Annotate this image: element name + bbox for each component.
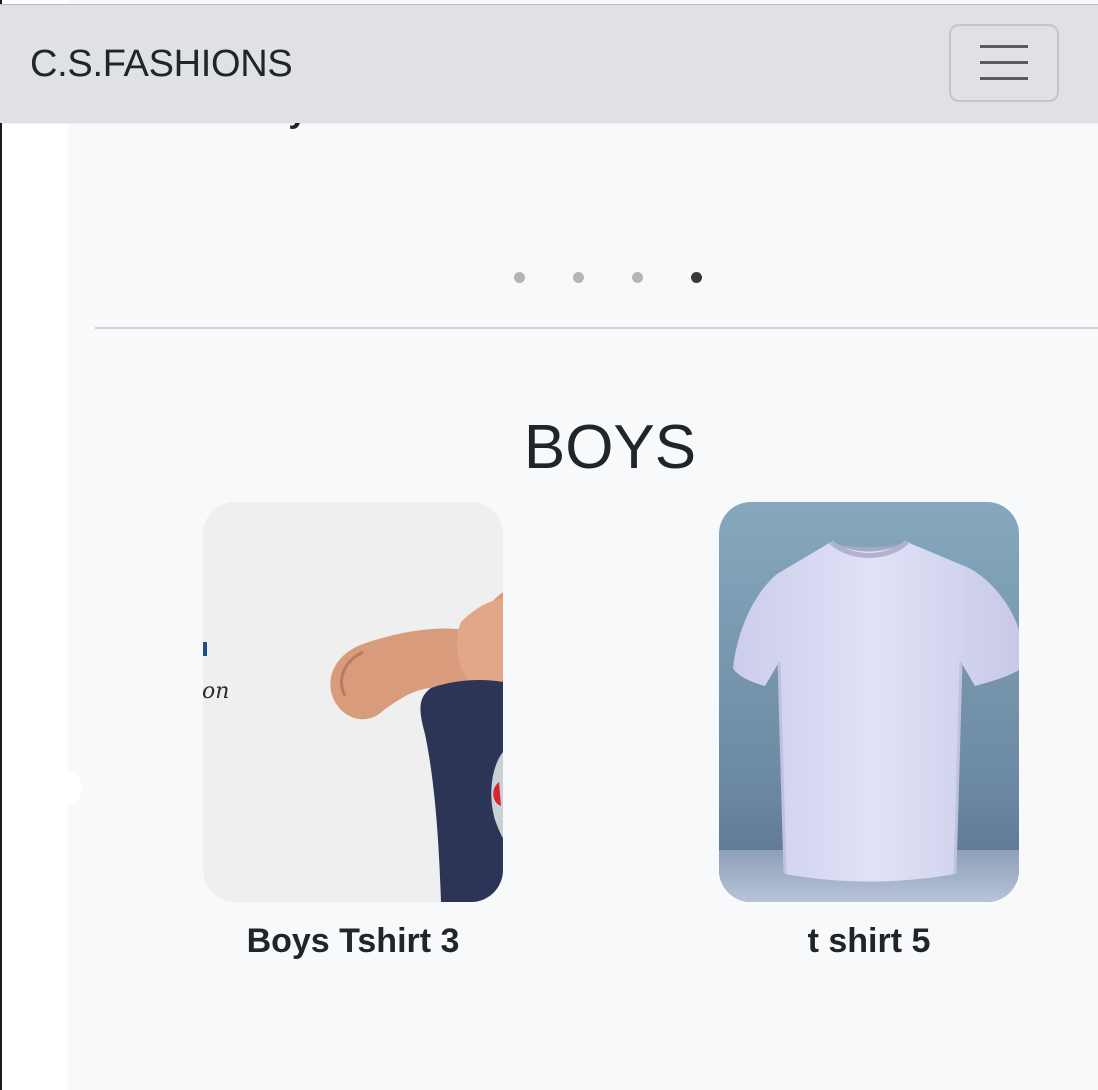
carousel-indicator-3[interactable] bbox=[632, 272, 643, 283]
product-title[interactable]: t shirt 5 bbox=[719, 922, 1019, 961]
brand-logo-text[interactable]: C.S.FASHIONS bbox=[30, 43, 293, 86]
section-divider bbox=[95, 327, 1098, 329]
top-navbar: C.S.FASHIONS bbox=[0, 4, 1098, 123]
carousel-indicators bbox=[514, 272, 702, 283]
product-card[interactable]: t shirt 5 bbox=[719, 502, 1019, 961]
carousel-prev-handle[interactable] bbox=[58, 772, 82, 804]
svg-text:ion: ion bbox=[203, 679, 229, 704]
white-tshirt-mockup-photo[interactable] bbox=[719, 502, 1019, 902]
boy-in-navy-tshirt-photo[interactable]: ion bbox=[203, 502, 503, 902]
product-title[interactable]: Boys Tshirt 3 bbox=[203, 922, 503, 961]
carousel-indicator-1[interactable] bbox=[514, 272, 525, 283]
window-edge bbox=[0, 0, 2, 1090]
section-title: BOYS bbox=[523, 413, 697, 482]
product-card[interactable]: ion Boys Tshirt 3 bbox=[203, 502, 503, 961]
carousel-indicator-2[interactable] bbox=[573, 272, 584, 283]
hamburger-menu-icon bbox=[980, 45, 1028, 80]
navbar-toggle-button[interactable] bbox=[949, 24, 1059, 102]
carousel-indicator-4[interactable] bbox=[691, 272, 702, 283]
